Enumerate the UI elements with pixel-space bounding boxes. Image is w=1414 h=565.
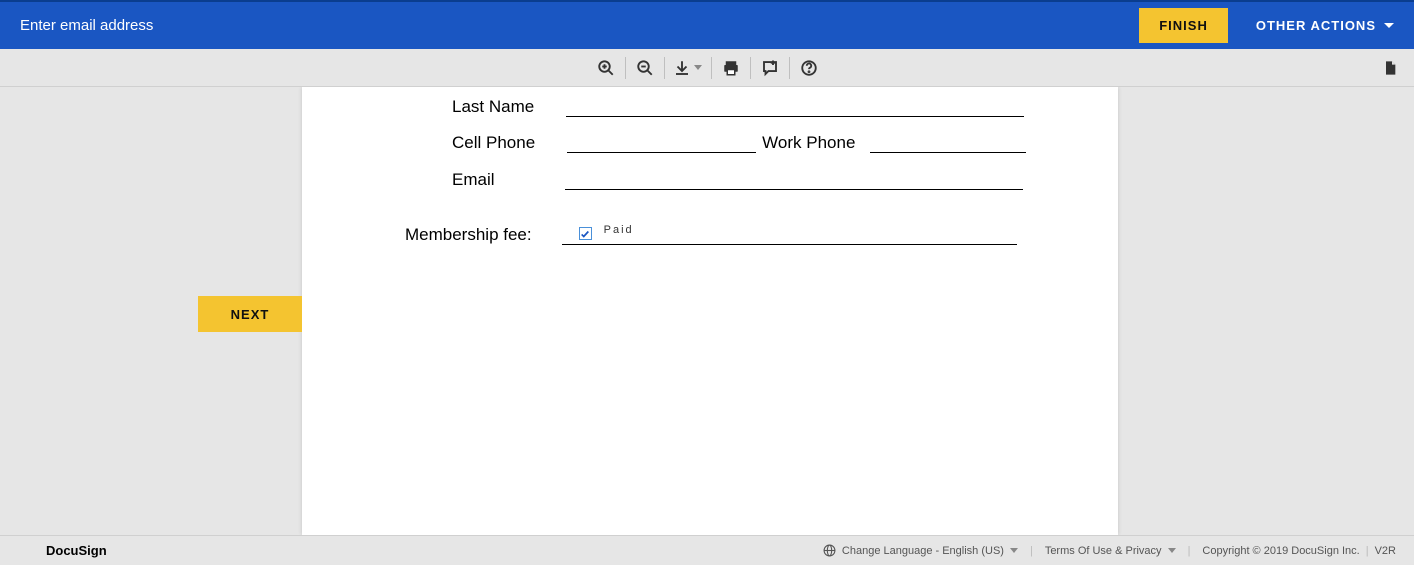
membership-fee-label: Membership fee: bbox=[405, 225, 532, 245]
change-language-dropdown[interactable]: Change Language - English (US) bbox=[823, 544, 1018, 557]
field-membership-fee: Membership fee: Paid bbox=[405, 223, 1017, 245]
other-actions-dropdown[interactable]: OTHER ACTIONS bbox=[1256, 18, 1394, 33]
help-icon bbox=[800, 59, 818, 77]
chevron-down-icon bbox=[1384, 23, 1394, 28]
change-language-label: Change Language - English (US) bbox=[842, 545, 1004, 557]
field-phones: Cell Phone Work Phone bbox=[452, 131, 1026, 153]
work-phone-label: Work Phone bbox=[762, 133, 855, 153]
work-phone-input[interactable] bbox=[870, 131, 1026, 153]
document-toolbar bbox=[0, 49, 1414, 87]
document-page: Last Name Cell Phone Work Phone Email Me… bbox=[302, 87, 1118, 535]
zoom-in-icon bbox=[597, 59, 615, 77]
cell-phone-label: Cell Phone bbox=[452, 133, 535, 153]
download-button[interactable] bbox=[665, 54, 711, 82]
chevron-down-icon bbox=[1010, 548, 1018, 553]
membership-fee-line: Paid bbox=[562, 223, 1017, 245]
copyright-text: Copyright © 2019 DocuSign Inc. bbox=[1202, 545, 1359, 557]
check-icon bbox=[580, 229, 590, 239]
header-bar: Enter email address FINISH OTHER ACTIONS bbox=[0, 0, 1414, 49]
email-input[interactable] bbox=[565, 168, 1023, 190]
other-actions-label: OTHER ACTIONS bbox=[1256, 18, 1376, 33]
comment-button[interactable] bbox=[751, 54, 789, 82]
print-button[interactable] bbox=[712, 54, 750, 82]
finish-button[interactable]: FINISH bbox=[1139, 8, 1228, 43]
next-button[interactable]: NEXT bbox=[198, 296, 302, 332]
last-name-label: Last Name bbox=[452, 97, 534, 117]
footer-divider: | bbox=[1030, 545, 1033, 557]
zoom-out-button[interactable] bbox=[626, 54, 664, 82]
paid-checkbox[interactable] bbox=[579, 227, 592, 240]
print-icon bbox=[722, 59, 740, 77]
email-label: Email bbox=[452, 170, 495, 190]
footer-divider: | bbox=[1366, 545, 1369, 557]
last-name-input[interactable] bbox=[566, 95, 1024, 117]
document-canvas: Last Name Cell Phone Work Phone Email Me… bbox=[0, 87, 1414, 535]
zoom-in-button[interactable] bbox=[587, 54, 625, 82]
cell-phone-input[interactable] bbox=[567, 131, 756, 153]
paid-label: Paid bbox=[604, 224, 634, 236]
toolbar-tools bbox=[587, 54, 828, 82]
chevron-down-icon bbox=[694, 65, 702, 70]
brand-logo: DocuSign bbox=[46, 543, 107, 558]
chevron-down-icon bbox=[1168, 548, 1176, 553]
version-text: V2R bbox=[1375, 545, 1396, 557]
header-title: Enter email address bbox=[20, 17, 153, 34]
thumbnails-icon bbox=[1382, 59, 1398, 77]
terms-dropdown[interactable]: Terms Of Use & Privacy bbox=[1045, 545, 1176, 557]
download-icon bbox=[673, 59, 691, 77]
terms-label: Terms Of Use & Privacy bbox=[1045, 545, 1162, 557]
footer-divider: | bbox=[1188, 545, 1191, 557]
field-last-name: Last Name bbox=[452, 95, 1024, 117]
help-button[interactable] bbox=[790, 54, 828, 82]
footer-bar: DocuSign Change Language - English (US) … bbox=[0, 535, 1414, 565]
thumbnails-toggle[interactable] bbox=[1374, 49, 1406, 87]
globe-icon bbox=[823, 544, 836, 557]
field-email: Email bbox=[452, 168, 1023, 190]
zoom-out-icon bbox=[636, 59, 654, 77]
comment-icon bbox=[761, 59, 779, 77]
